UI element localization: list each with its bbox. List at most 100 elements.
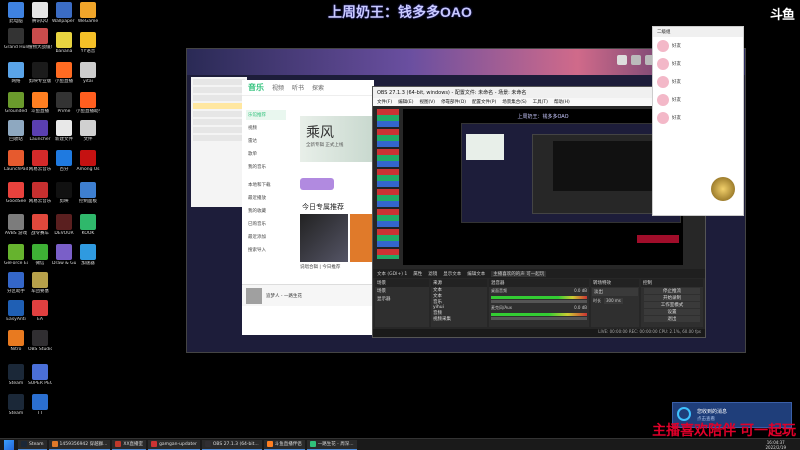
tab-video[interactable]: 视频 [272,83,284,92]
qq-contact-row[interactable]: 好友 [653,73,743,91]
desktop-icon[interactable]: Wallpaper Engine [52,2,76,24]
desktop-icon[interactable]: 腾讯QQ [28,2,52,24]
desktop-icon[interactable]: 军团要塞 [28,272,52,294]
taskbar-item[interactable]: 斗鱼直播伴侣 [263,439,305,450]
taskbar-item[interactable]: gamgan-updater [148,439,200,450]
desktop-icon[interactable]: 回收站 [4,120,28,142]
desktop-icon[interactable]: EA [28,300,52,322]
obs-control-button[interactable]: 退出 [644,316,700,322]
desktop-icon[interactable]: 网易云音乐 [28,182,52,204]
transition-select[interactable]: 淡出 [592,288,638,296]
scene-item[interactable]: 显示器 [375,295,429,303]
obs-control-button[interactable]: 停止推流 [644,288,700,294]
game-icon[interactable] [631,55,641,65]
desktop-icon[interactable]: 剪映专业版 [28,62,52,84]
text-display-button[interactable]: 显示文本 [443,271,461,277]
desktop-icon[interactable]: YY语音 [76,32,100,54]
desktop-icon[interactable]: LaunchPad [4,150,28,172]
music-nav-item[interactable]: 最近播放 [246,193,286,203]
desktop-icon[interactable]: 小鱼直播 [52,62,76,84]
desktop-icon[interactable]: 新建文件 [52,120,76,142]
music-nav-item[interactable]: 雷达 [246,136,286,146]
filters-button[interactable]: 滤镜 [428,271,437,277]
desktop-icon[interactable]: Nitro [4,330,28,352]
desktop-icon[interactable]: GoodSee [4,182,28,204]
edit-text-button[interactable]: 编辑文本 [467,271,485,277]
tab-explore[interactable]: 探索 [312,83,324,92]
obs-menu-item[interactable]: 场景集合(S) [502,99,526,105]
desktop-icon[interactable]: 网易云音乐 [28,150,52,172]
qq-side-window[interactable]: 二级组 好友 好友 好友 好友 好友 [652,26,744,216]
tab-audiobook[interactable]: 听书 [292,83,304,92]
source-item[interactable]: 视频采集 [431,316,487,322]
obs-control-button[interactable]: 设置 [644,309,700,315]
desktop-icon[interactable]: DEVOUR [52,214,76,236]
desktop-icon[interactable]: banana [52,32,76,54]
desktop-icon[interactable]: SUPER PEOPLE [28,364,52,386]
music-nav-item[interactable]: 搜索导入 [246,245,286,255]
obs-control-button[interactable]: 开始录制 [644,295,700,301]
desktop-icon[interactable]: 此电脑 [4,2,28,24]
desktop-icon[interactable]: 斗鱼直播 [28,92,52,114]
desktop-icon[interactable]: 剪映 [52,182,76,204]
obs-menu-item[interactable]: 视图(V) [419,99,435,105]
music-banner[interactable]: 乘风 全新专辑 正式上线 [300,116,372,162]
music-quick-button[interactable] [300,178,334,190]
desktop-icon[interactable]: 植物大战僵尸 [28,28,52,50]
duration-input[interactable]: 300 ms [604,298,623,304]
properties-button[interactable]: 属性 [413,271,422,277]
taskbar-item[interactable]: XX直播室 [112,439,147,450]
volume-slider[interactable] [491,300,587,303]
desktop-icon[interactable]: EasyAnti [4,300,28,322]
desktop-icon[interactable]: 控制面板 [76,182,100,204]
taskbar-item[interactable]: 1459356942 穿越群... [48,439,111,450]
obs-preview[interactable]: 上周奶王：钱多多OAO [403,109,683,265]
desktop-icon[interactable]: Steam [4,394,28,416]
music-nav-item[interactable]: 我的收藏 [246,206,286,216]
desktop-icon[interactable]: KOOK [76,214,100,236]
obs-menu-item[interactable]: 文件(F) [377,99,392,105]
music-nav-item[interactable]: 我的音乐 [246,162,286,172]
obs-menu-item[interactable]: 帮助(H) [554,99,570,105]
qq-contact-row[interactable]: 好友 [653,91,743,109]
desktop-icon[interactable]: Among Us [76,150,100,172]
desktop-icon[interactable]: Steam [4,364,28,386]
volume-slider[interactable] [491,317,587,320]
desktop-icon[interactable]: 百分 [52,150,76,172]
text-input[interactable]: 主播喜欢的的声 可一起玩 [491,270,547,277]
chat-contact-list[interactable] [191,77,247,207]
obs-menu-item[interactable]: 工具(T) [533,99,548,105]
music-nav-item[interactable]: 最近添加 [246,232,286,242]
desktop-icon[interactable]: 微信 [28,244,52,266]
obs-menu-item[interactable]: 配置文件(P) [472,99,496,105]
desktop-icon[interactable]: AVBS 游戏 [4,214,28,236]
taskbar-item[interactable]: OBS 27.1.3 (64-bit... [201,439,262,450]
music-nav-item[interactable]: 本地和下载 [246,180,286,190]
scene-item[interactable]: 场景 [375,287,429,295]
desktop-icon[interactable]: 网络 [4,62,28,84]
desktop-icon[interactable]: OBS Studio [28,330,52,352]
recommend-card-cover[interactable] [300,214,348,262]
obs-menu-item[interactable]: 停靠部件(D) [441,99,466,105]
desktop-icon[interactable]: 分区助手 [4,272,28,294]
desktop-icon[interactable]: Grand Hunger [4,28,28,50]
windows-start-icon[interactable] [4,439,14,450]
desktop-icon[interactable]: WeGame [76,2,100,24]
avatar[interactable] [711,177,735,201]
music-nav-item[interactable]: 已购音乐 [246,219,286,229]
music-nav-item[interactable]: 视频 [246,123,286,133]
taskbar-item[interactable]: Steam [18,439,47,450]
system-clock[interactable]: 16:04:37 2022/2/19 [765,440,786,450]
obs-menu-item[interactable]: 编辑(E) [398,99,413,105]
obs-control-button[interactable]: 工作室模式 [644,302,700,308]
desktop-icon[interactable]: 战令赛车 [28,214,52,236]
desktop-icon[interactable]: Prime [52,92,76,114]
desktop-icon[interactable]: 文件 [76,120,100,142]
qq-contact-row[interactable]: 好友 [653,109,743,127]
taskbar-item[interactable]: 一路生花 - 周深... [306,439,357,450]
music-nav-item[interactable]: 歌单 [246,149,286,159]
music-nav-item[interactable]: 乐馆推荐 [246,110,286,120]
qq-contact-row[interactable]: 好友 [653,55,743,73]
music-app-window[interactable]: 音乐 视频 听书 探索 乐馆推荐 视频 雷达 歌单 我的音乐 本地和下载 最近播放 我的收藏已… [242,80,374,335]
recommend-card-cover-2[interactable] [350,214,374,262]
